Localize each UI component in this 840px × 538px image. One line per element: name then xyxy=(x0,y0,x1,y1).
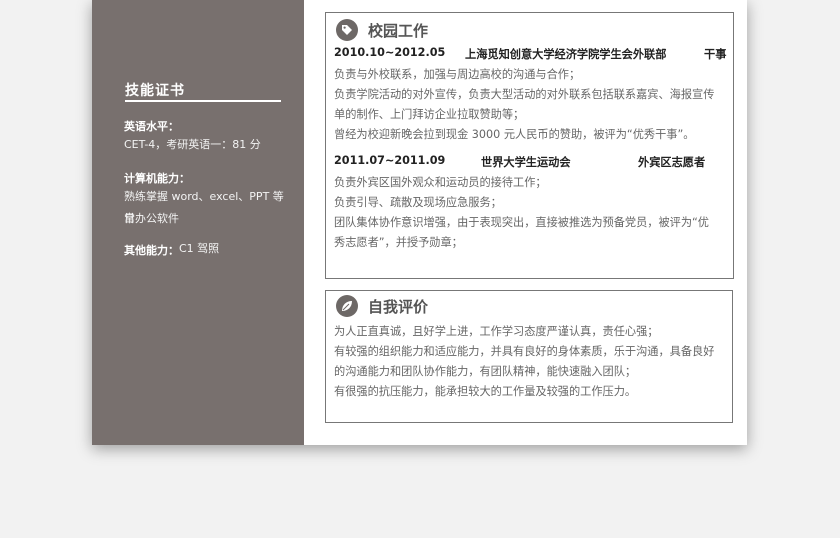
english-value: CET-4，考研英语一：81 分 xyxy=(124,138,261,151)
self-evaluation-title: 自我评价 xyxy=(368,297,429,316)
self-evaluation-header: 自我评价 xyxy=(336,294,428,318)
entry-role: 外宾区志愿者 xyxy=(638,156,706,169)
tag-icon xyxy=(336,19,358,41)
self-line: 有较强的组织能力和适应能力，并具有良好的身体素质，乐于沟通，具备良好 xyxy=(334,345,715,358)
sidebar: 技能证书 英语水平： CET-4，考研英语一：81 分 计算机能力： 熟练掌握 … xyxy=(92,0,304,445)
entry-line: 曾经为校迎新晚会拉到现金 3000 元人民币的赞助，被评为“优秀干事”。 xyxy=(334,128,695,141)
entry-org: 世界大学生运动会 xyxy=(481,156,571,169)
entry-line: 秀志愿者”，并授予勋章； xyxy=(334,236,463,249)
leaf-icon xyxy=(336,295,358,317)
entry-role: 干事 xyxy=(704,48,727,61)
other-value: C1 驾照 xyxy=(179,242,220,255)
self-line: 的沟通能力和团队协作能力，有团队精神，能快速融入团队； xyxy=(334,365,637,378)
self-line: 为人正直真诚，且好学上进，工作学习态度严谨认真，责任心强； xyxy=(334,325,659,338)
campus-work-header: 校园工作 xyxy=(336,18,428,42)
entry-line: 团队集体协作意识增强，由于表现突出，直接被推选为预备党员，被评为“优 xyxy=(334,216,709,229)
other-label: 其他能力： xyxy=(124,244,179,257)
entry-line: 负责与外校联系，加强与周边高校的沟通与合作； xyxy=(334,68,581,81)
entry-date: 2010.10~2012.05 xyxy=(334,46,446,59)
entry-line: 单的制作、上门拜访企业拉取赞助等； xyxy=(334,108,525,121)
entry-header: 2011.07~2011.09 世界大学生运动会 外宾区志愿者 xyxy=(334,154,726,172)
skills-divider xyxy=(125,100,281,102)
entry-line: 负责学院活动的对外宣传，负责大型活动的对外联系包括联系嘉宾、海报宣传 xyxy=(334,88,715,101)
skills-title: 技能证书 xyxy=(125,83,185,99)
entry-date: 2011.07~2011.09 xyxy=(334,154,446,167)
entry-line: 负责外宾区国外观众和运动员的接待工作； xyxy=(334,176,547,189)
campus-work-section: 校园工作 2010.10~2012.05 上海觅知创意大学经济学院学生会外联部 … xyxy=(325,12,734,279)
entry-org: 上海觅知创意大学经济学院学生会外联部 xyxy=(465,48,667,61)
english-label: 英语水平： xyxy=(124,120,179,133)
resume-page: 技能证书 英语水平： CET-4，考研英语一：81 分 计算机能力： 熟练掌握 … xyxy=(92,0,747,445)
self-line: 有很强的抗压能力，能承担较大的工作量及较强的工作压力。 xyxy=(334,385,637,398)
entry-header: 2010.10~2012.05 上海觅知创意大学经济学院学生会外联部 干事 xyxy=(334,46,726,64)
computer-line: 常办公软件 xyxy=(124,212,179,225)
computer-label: 计算机能力： xyxy=(124,172,190,185)
entry-line: 负责引导、疏散及现场应急服务； xyxy=(334,196,502,209)
campus-work-title: 校园工作 xyxy=(368,21,429,40)
self-evaluation-section: 自我评价 为人正直真诚，且好学上进，工作学习态度严谨认真，责任心强； 有较强的组… xyxy=(325,290,733,423)
